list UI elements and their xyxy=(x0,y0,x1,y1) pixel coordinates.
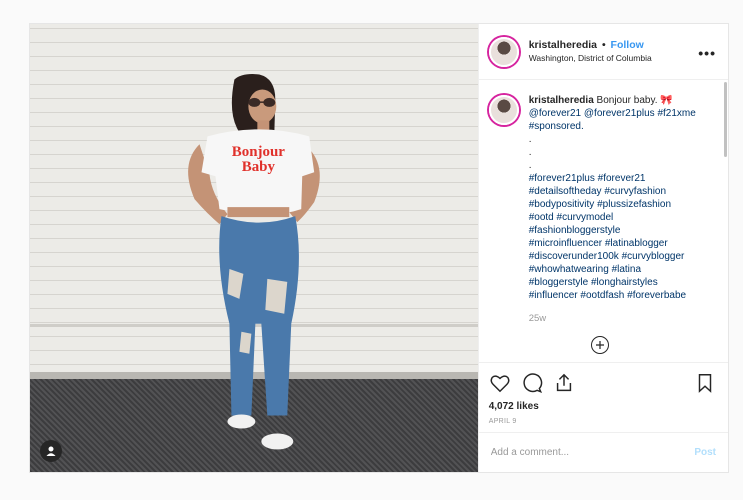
shirt-text-line2: Baby xyxy=(242,159,276,175)
scrollbar[interactable] xyxy=(724,82,727,157)
hashtag[interactable]: #curvyfashion xyxy=(604,186,666,197)
caption-dot: . xyxy=(528,147,532,158)
post-header: kristalheredia • Follow Washington, Dist… xyxy=(478,24,728,80)
post-sidebar: kristalheredia • Follow Washington, Dist… xyxy=(477,24,728,472)
more-icon[interactable]: ••• xyxy=(698,45,716,61)
post-date[interactable]: APRIL 9 xyxy=(489,418,716,425)
mention-forever21plus[interactable]: @forever21plus xyxy=(584,108,655,119)
follow-button[interactable]: Follow xyxy=(611,39,644,51)
hashtag[interactable]: #forever21plus xyxy=(529,173,595,184)
hashtag[interactable]: #forever21 xyxy=(598,173,646,184)
share-icon[interactable] xyxy=(553,372,575,394)
hashtag[interactable]: #detailsoftheday xyxy=(529,186,602,197)
hashtag[interactable]: #discoverunder100k xyxy=(529,251,619,262)
post-age[interactable]: 25w xyxy=(529,312,714,325)
avatar[interactable] xyxy=(488,36,519,67)
hashtag[interactable]: #fashionbloggerstyle xyxy=(529,225,621,236)
heart-icon[interactable] xyxy=(489,372,511,394)
caption-dot: . xyxy=(528,160,532,171)
hashtag[interactable]: #microinfluencer xyxy=(529,238,602,249)
like-count[interactable]: 4,072 likes xyxy=(489,401,716,412)
woman-figure: Bonjour Baby xyxy=(188,74,320,450)
bookmark-icon[interactable] xyxy=(694,372,716,394)
caption-username[interactable]: kristalheredia xyxy=(529,95,594,106)
caption-intro: Bonjour baby. 🎀 xyxy=(596,95,673,106)
hashtag[interactable]: #latina xyxy=(612,264,641,275)
location-link[interactable]: Washington, District of Columbia xyxy=(529,52,652,65)
hashtag[interactable]: #latinablogger xyxy=(605,238,668,249)
shirt-text-line1: Bonjour xyxy=(232,144,285,160)
separator-dot: • xyxy=(601,38,606,51)
post-button[interactable]: Post xyxy=(694,447,716,458)
mention-forever21[interactable]: @forever21 xyxy=(529,108,581,119)
comments-section: kristalheredia Bonjour baby. 🎀 @forever2… xyxy=(479,80,728,362)
caption-avatar[interactable] xyxy=(488,95,519,125)
hashtag[interactable]: #influencer xyxy=(529,290,578,301)
comment-icon[interactable] xyxy=(521,372,543,394)
hashtag[interactable]: #curvymodel xyxy=(557,212,614,223)
hashtag-f21xme[interactable]: #f21xme xyxy=(657,108,695,119)
comment-input[interactable] xyxy=(490,447,695,458)
hashtag[interactable]: #plussizefashion xyxy=(597,199,671,210)
caption: kristalheredia Bonjour baby. 🎀 @forever2… xyxy=(488,94,716,325)
caption-dot: . xyxy=(528,134,532,145)
hashtag[interactable]: #ootd xyxy=(529,212,554,223)
user-tag-icon[interactable] xyxy=(40,440,62,462)
hashtag[interactable]: #curvyblogger xyxy=(622,251,685,262)
hashtag[interactable]: #longhairstyles xyxy=(591,277,658,288)
hashtag[interactable]: #ootdfash xyxy=(580,290,624,301)
post-card: Bonjour Baby kristalheredia • Follow Was… xyxy=(29,23,729,473)
hashtag[interactable]: #foreverbabe xyxy=(627,290,686,301)
action-bar: 4,072 likes APRIL 9 xyxy=(478,362,728,432)
add-comment-row: Post xyxy=(478,432,728,472)
hashtag[interactable]: #whowhatwearing xyxy=(529,264,609,275)
hashtag[interactable]: #bodypositivity xyxy=(529,199,595,210)
header-username[interactable]: kristalheredia xyxy=(529,39,597,51)
hashtag-sponsored[interactable]: #sponsored. xyxy=(529,121,584,132)
post-photo[interactable]: Bonjour Baby xyxy=(30,24,478,472)
plus-circle-icon[interactable] xyxy=(590,336,609,354)
hashtag[interactable]: #bloggerstyle xyxy=(529,277,588,288)
